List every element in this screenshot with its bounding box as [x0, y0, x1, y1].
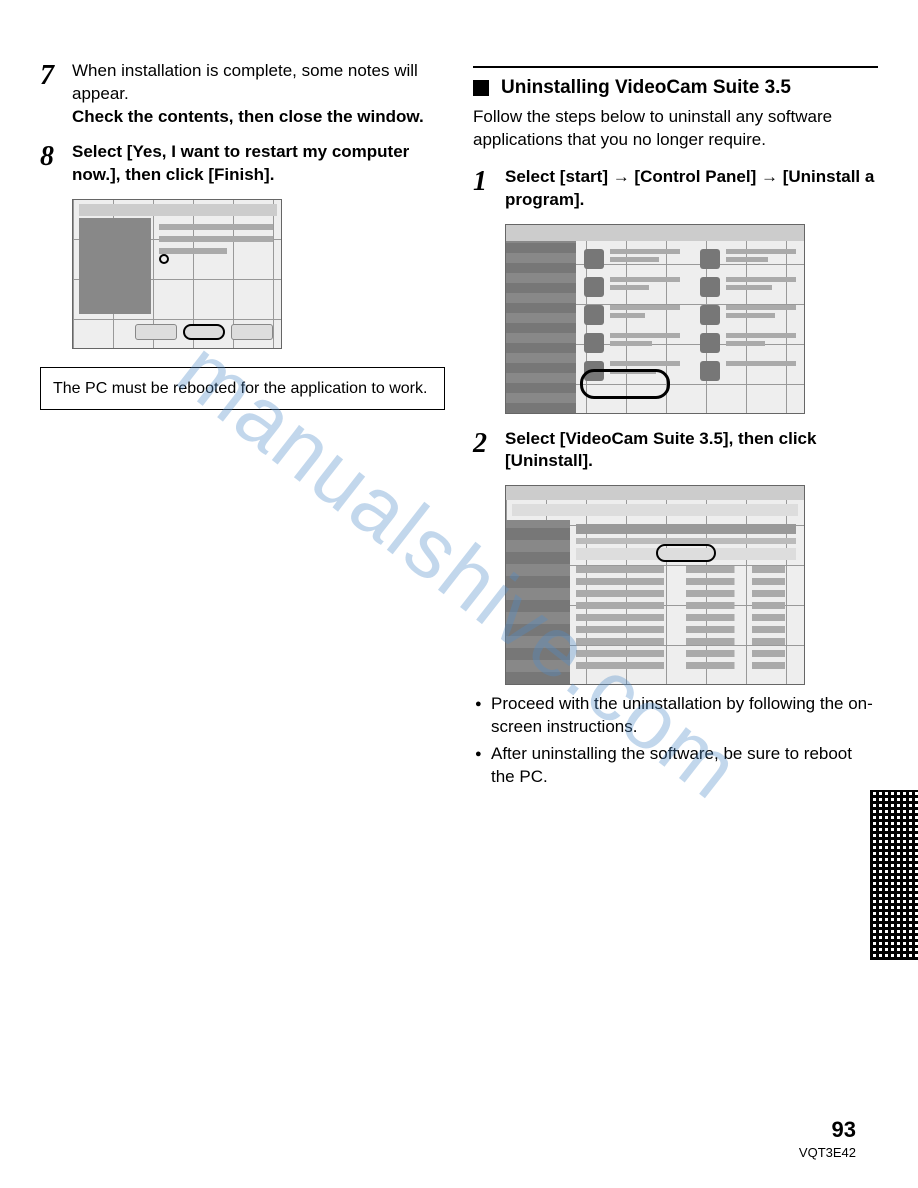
arrow-icon: → — [761, 167, 778, 186]
step1-part-b: [Control Panel] — [630, 167, 761, 186]
programs-list-screenshot — [505, 485, 805, 685]
installer-finish-screenshot — [72, 199, 282, 349]
uninstall-section-heading: Uninstalling VideoCam Suite 3.5 — [473, 66, 878, 100]
finish-button-icon — [183, 324, 225, 340]
restart-radio-icon — [159, 254, 169, 264]
right-column: Uninstalling VideoCam Suite 3.5 Follow t… — [473, 60, 878, 793]
step-body: Select [Yes, I want to restart my comput… — [72, 141, 445, 187]
step8-text: Select [Yes, I want to restart my comput… — [72, 142, 409, 184]
step7-text2: Check the contents, then close the windo… — [72, 107, 424, 126]
back-button-icon — [135, 324, 177, 340]
thumb-index-tab — [870, 790, 918, 960]
step-number: 1 — [473, 166, 505, 212]
bullet-item: After uninstalling the software, be sure… — [475, 743, 878, 789]
control-panel-screenshot — [505, 224, 805, 414]
step7-text1: When installation is complete, some note… — [72, 61, 418, 103]
step-2: 2 Select [VideoCam Suite 3.5], then clic… — [473, 428, 878, 474]
step-7: 7 When installation is complete, some no… — [40, 60, 445, 129]
square-bullet-icon — [473, 80, 489, 96]
step1-part-a: Select [start] — [505, 167, 613, 186]
step-8: 8 Select [Yes, I want to restart my comp… — [40, 141, 445, 187]
doc-code: VQT3E42 — [799, 1145, 856, 1160]
uninstall-highlight-icon — [656, 544, 716, 562]
section-title: Uninstalling VideoCam Suite 3.5 — [501, 76, 791, 100]
step-number: 8 — [40, 141, 72, 187]
left-column: 7 When installation is complete, some no… — [40, 60, 445, 793]
step-body: When installation is complete, some note… — [72, 60, 445, 129]
programs-highlight-icon — [580, 369, 670, 399]
page-number: 93 — [799, 1117, 856, 1143]
step-number: 7 — [40, 60, 72, 129]
cancel-button-icon — [231, 324, 273, 340]
arrow-icon: → — [613, 167, 630, 186]
reboot-note: The PC must be rebooted for the applicat… — [40, 367, 445, 411]
page-footer: 93 VQT3E42 — [799, 1117, 856, 1160]
step2-text: Select [VideoCam Suite 3.5], then click … — [505, 429, 816, 471]
bullet-item: Proceed with the uninstallation by follo… — [475, 693, 878, 739]
step-body: Select [VideoCam Suite 3.5], then click … — [505, 428, 878, 474]
step-1: 1 Select [start] → [Control Panel] → [Un… — [473, 166, 878, 212]
section-subtext: Follow the steps below to uninstall any … — [473, 106, 878, 152]
uninstall-notes: Proceed with the uninstallation by follo… — [475, 693, 878, 789]
step-body: Select [start] → [Control Panel] → [Unin… — [505, 166, 878, 212]
step-number: 2 — [473, 428, 505, 474]
